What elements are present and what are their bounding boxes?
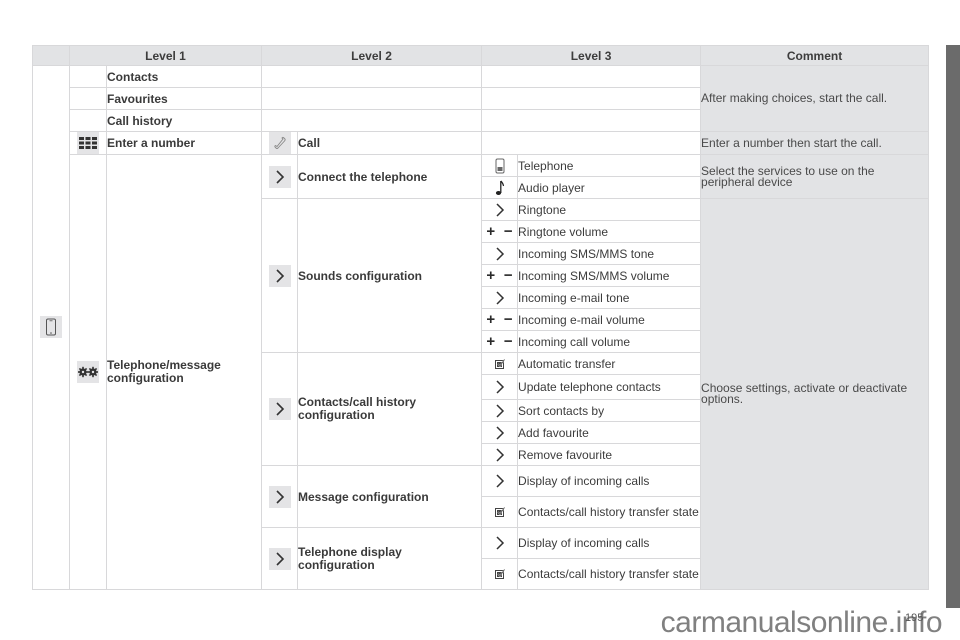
music-note-icon <box>495 180 504 195</box>
level2-call[interactable]: Call <box>297 131 483 155</box>
level1-contacts[interactable]: Contacts <box>105 65 263 88</box>
table-row: Contacts After making choices, start the… <box>32 65 930 590</box>
header-comment: Comment <box>700 45 930 66</box>
level3-update-contacts[interactable]: Update telephone contacts <box>517 374 702 400</box>
keypad-icon[interactable] <box>77 132 99 154</box>
level3-disp-display-calls[interactable]: Display of incoming calls <box>517 527 702 559</box>
level2-display-config[interactable]: Telephone display configuration <box>297 527 483 590</box>
chevron-right-icon[interactable] <box>268 485 291 508</box>
level2-sounds-config[interactable]: Sounds configuration <box>297 198 483 353</box>
table-row: Enter a number Call Enter a number then … <box>33 131 930 155</box>
level3-sms-tone[interactable]: Incoming SMS/MMS tone <box>517 242 702 265</box>
chevron-right-icon[interactable] <box>268 547 291 570</box>
level1-telephone-config[interactable]: Telephone/message configuration <box>105 154 263 590</box>
header-blank <box>32 45 70 66</box>
chapter-side-tab <box>946 45 960 608</box>
smartphone-icon[interactable] <box>40 316 62 338</box>
header-row: Level 1 Level 2 Level 3 Comment <box>32 45 930 66</box>
level3-telephone[interactable]: Telephone <box>517 154 702 177</box>
level2-connect-telephone[interactable]: Connect the telephone <box>297 154 483 199</box>
level3-remove-favourite[interactable]: Remove favourite <box>517 443 702 466</box>
level3-ringtone[interactable]: Ringtone <box>517 198 702 221</box>
table-row: Telephone/message configuration Connect … <box>33 154 930 590</box>
comment-choose-settings: Choose settings, activate or deactivate … <box>700 198 930 590</box>
header-level2: Level 2 <box>261 45 483 66</box>
level3-call-volume[interactable]: Incoming call volume <box>517 330 702 353</box>
chevron-right-icon <box>496 246 504 261</box>
level1-enter-number[interactable]: Enter a number <box>105 131 263 155</box>
chevron-right-icon[interactable] <box>268 165 291 188</box>
root-icon-cell <box>32 65 70 590</box>
chevron-right-icon <box>496 425 504 440</box>
level3-msg-transfer-state[interactable]: Contacts/call history transfer state <box>517 496 702 528</box>
chevron-right-icon <box>496 447 504 462</box>
level3-msg-display-calls[interactable]: Display of incoming calls <box>517 465 702 497</box>
chevron-right-icon[interactable] <box>268 264 291 287</box>
phone-icon <box>495 158 505 173</box>
page-number: 195 <box>905 612 924 624</box>
level3-sort-contacts[interactable]: Sort contacts by <box>517 399 702 422</box>
level3-email-tone[interactable]: Incoming e-mail tone <box>517 286 702 309</box>
plus-minus-icon[interactable]: + − <box>482 312 517 327</box>
chevron-right-icon <box>496 536 504 550</box>
level3-automatic-transfer[interactable]: Automatic transfer <box>517 352 702 375</box>
chevron-right-icon <box>496 202 504 217</box>
level3-sms-volume[interactable]: Incoming SMS/MMS volume <box>517 264 702 287</box>
header-level1: Level 1 <box>68 45 263 66</box>
plus-minus-icon[interactable]: + − <box>482 268 517 283</box>
level2-contacts-config[interactable]: Contacts/call history configuration <box>297 352 483 466</box>
level2-message-config[interactable]: Message configuration <box>297 465 483 528</box>
chevron-right-icon[interactable] <box>268 398 291 420</box>
level1-favourites[interactable]: Favourites <box>105 87 263 110</box>
plus-minus-icon[interactable]: + − <box>482 224 517 239</box>
level1-call-history[interactable]: Call history <box>105 109 263 132</box>
watermark: carmanualsonline.info <box>660 606 943 639</box>
menu-structure-table: Level 1 Level 2 Level 3 Comment Contacts… <box>32 45 930 590</box>
chevron-right-icon <box>496 403 504 418</box>
level3-ringtone-volume[interactable]: Ringtone volume <box>517 220 702 243</box>
level3-email-volume[interactable]: Incoming e-mail volume <box>517 308 702 331</box>
gears-icon[interactable] <box>77 361 99 383</box>
plus-minus-icon[interactable]: + − <box>482 334 517 349</box>
level3-add-favourite[interactable]: Add favourite <box>517 421 702 444</box>
comment-select-services: Select the services to use on the periph… <box>700 154 930 199</box>
chevron-right-icon <box>496 380 504 394</box>
chevron-right-icon <box>496 290 504 305</box>
checkbox-icon <box>494 358 505 369</box>
level3-disp-transfer-state[interactable]: Contacts/call history transfer state <box>517 558 702 590</box>
comment-after-choices: After making choices, start the call. <box>700 65 930 132</box>
level3-audio-player[interactable]: Audio player <box>517 176 702 199</box>
header-level3: Level 3 <box>481 45 702 66</box>
phone-handset-icon[interactable] <box>268 132 291 154</box>
checkbox-icon <box>494 569 505 579</box>
comment-enter-number: Enter a number then start the call. <box>700 131 930 155</box>
chevron-right-icon <box>496 474 504 488</box>
checkbox-icon <box>494 507 505 517</box>
